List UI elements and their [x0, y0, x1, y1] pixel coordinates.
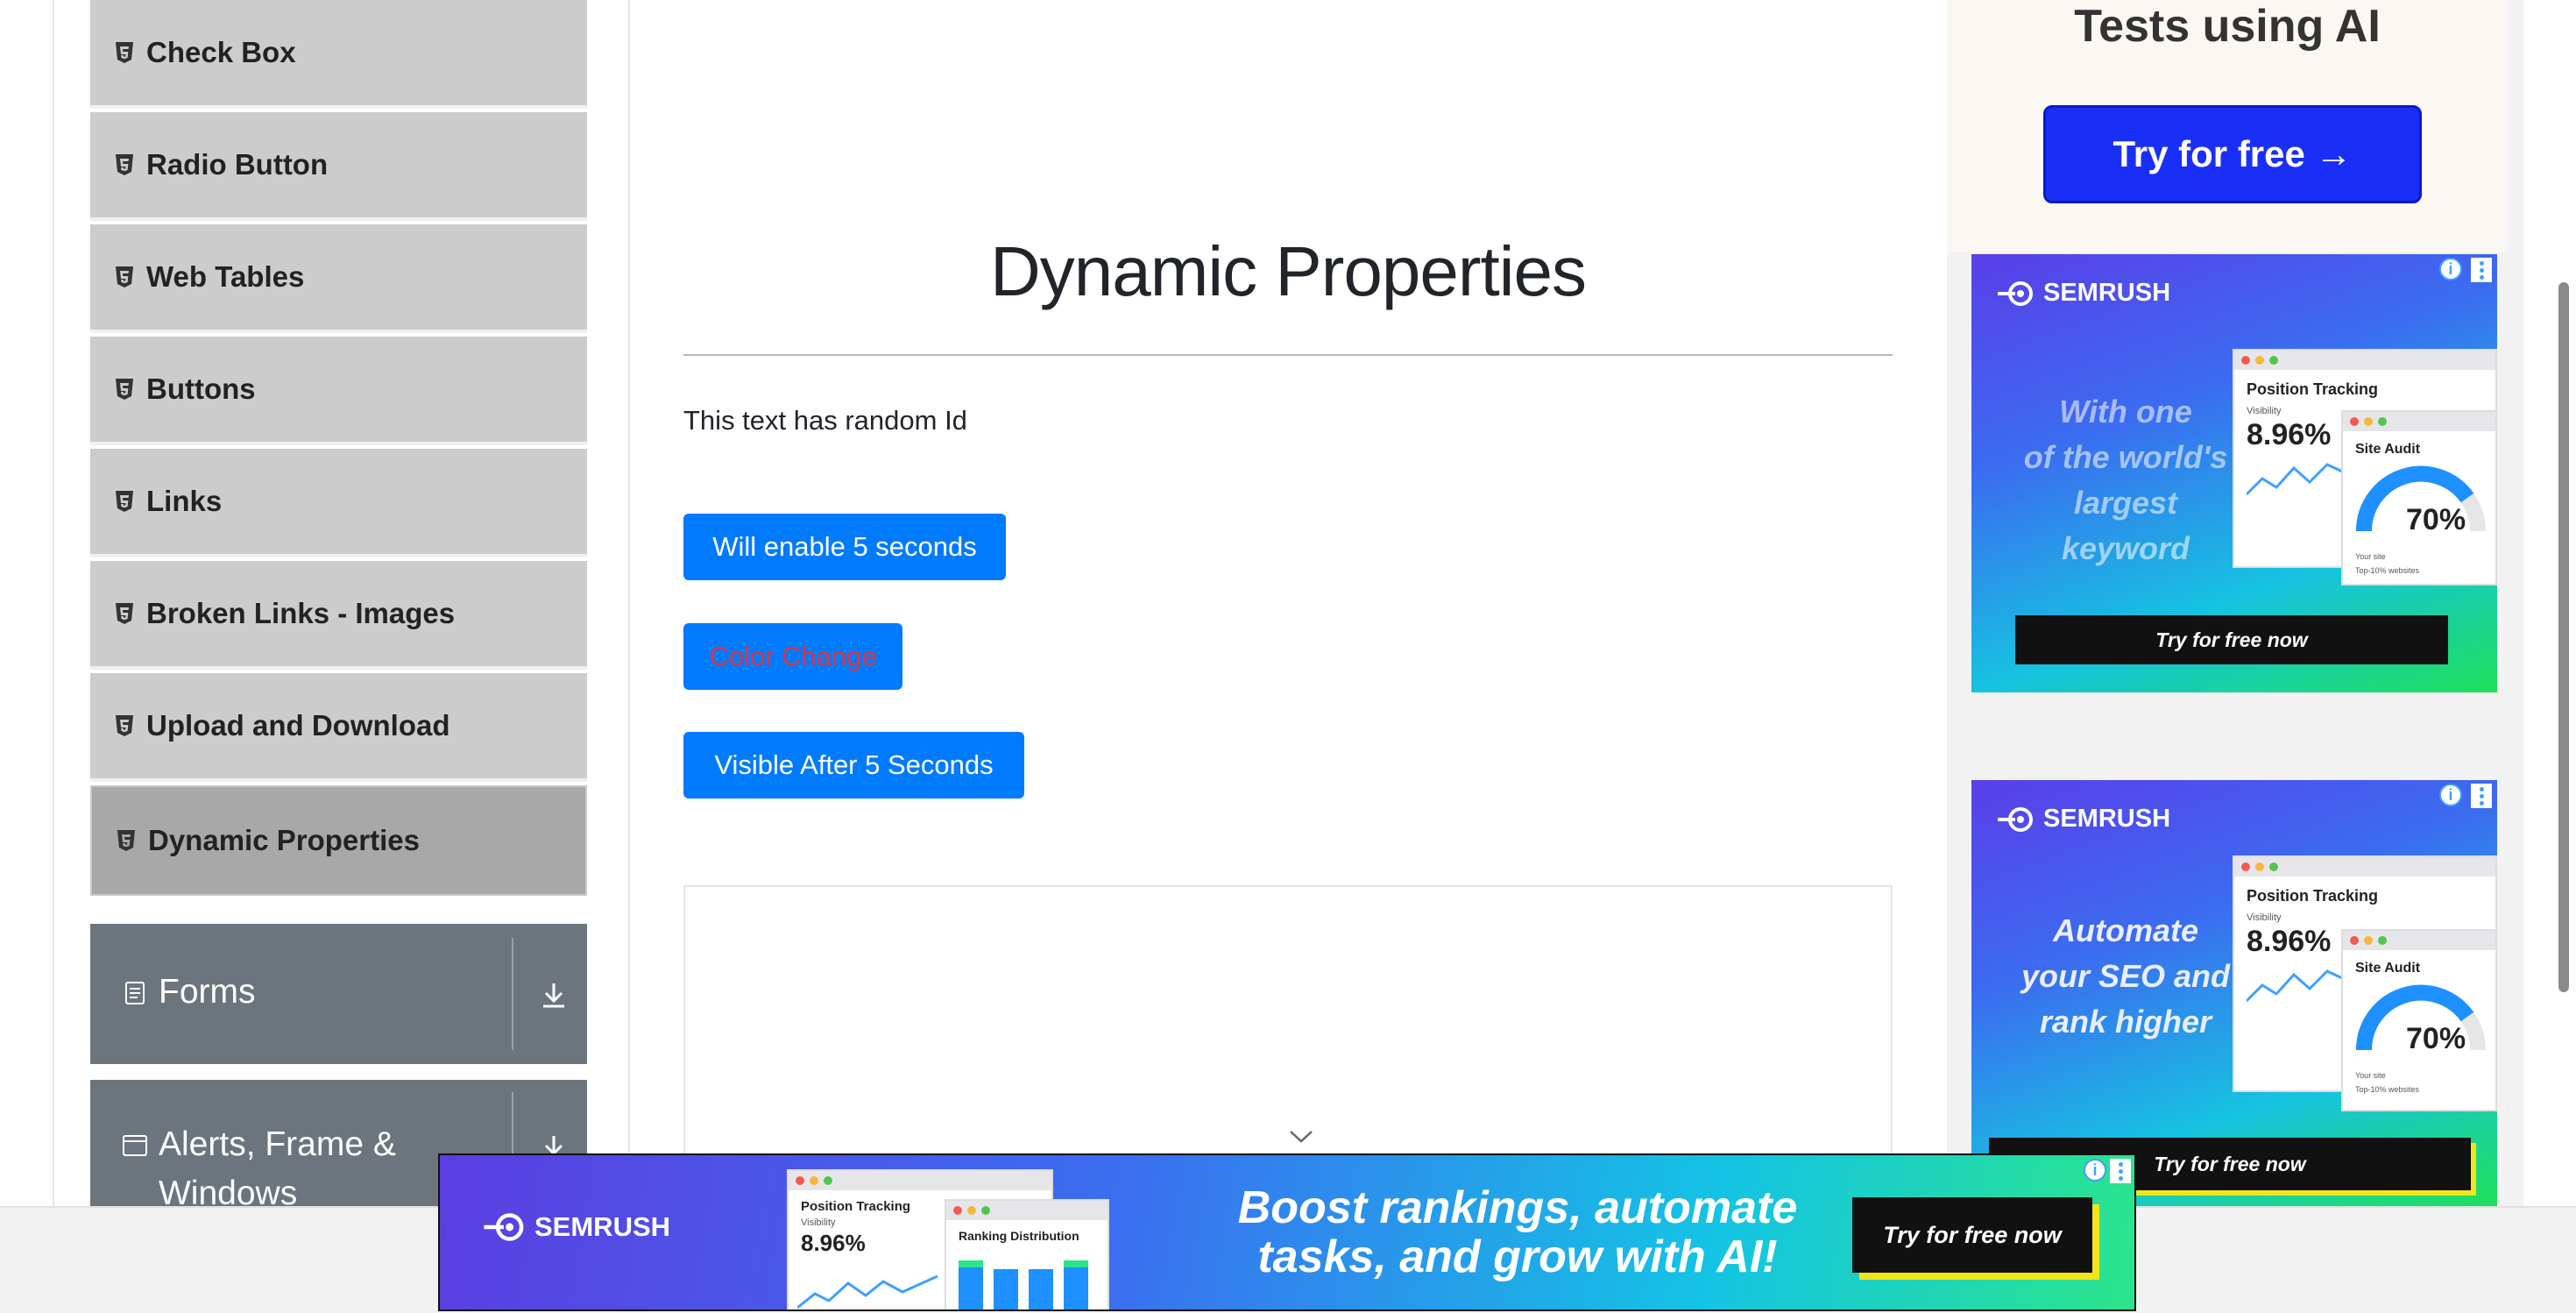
semrush-ad-1[interactable]: SEMRUSH i With one of the world's larges… [1971, 254, 2497, 692]
legend-your-site: Your site [2355, 552, 2386, 561]
legend-your-site: Your site [2355, 1071, 2386, 1080]
sidebar-item-label: Upload and Download [146, 709, 450, 742]
try-free-cta[interactable]: Try for free now [2015, 615, 2448, 664]
tagline-line: keyword [2061, 530, 2190, 566]
group-label-alerts: Alerts, Frame & [159, 1125, 396, 1163]
page-title: Dynamic Properties [989, 232, 1587, 310]
document-icon [122, 980, 148, 1006]
headline-line: tasks, and grow with AI! [1257, 1231, 1778, 1282]
scrollbar[interactable] [2558, 282, 2569, 992]
sidebar-item-label: Radio Button [146, 148, 329, 181]
sidebar-item-label: Links [146, 485, 223, 517]
window-title: Position Tracking [2247, 887, 2379, 905]
bar-distribution-icon [959, 1260, 1088, 1309]
left-border [53, 0, 54, 1206]
html5-icon [115, 153, 134, 176]
site-audit-value: 70% [2406, 1022, 2466, 1055]
group-label-alerts-line2: Windows [159, 1175, 298, 1206]
site-audit-window: Site Audit 70% Your site Top-10% website… [2341, 410, 2497, 586]
tagline-line: rank higher [2039, 1004, 2212, 1040]
more-options-icon[interactable] [2471, 258, 2492, 282]
random-id-text: This text has random Id [683, 405, 967, 436]
top-ad[interactable]: Tests using AI Try for free → [1947, 0, 2508, 252]
html5-icon [115, 714, 134, 737]
sidebar-item-check-box[interactable]: Check Box [90, 0, 587, 109]
tagline-line: Automate [2052, 912, 2198, 948]
headline-line: Boost rankings, automate [1237, 1182, 1798, 1233]
chevron-down-icon[interactable] [1288, 1129, 1314, 1145]
semrush-brand: SEMRUSH [534, 1211, 671, 1242]
banner-headline: Boost rankings, automate tasks, and grow… [1211, 1183, 1824, 1281]
semrush-logo: SEMRUSH [1996, 279, 2170, 308]
color-change-button[interactable]: Color Change [683, 623, 902, 690]
group-divider [512, 938, 513, 1050]
sidebar-item-buttons[interactable]: Buttons [90, 337, 587, 445]
ranking-distribution-window: Ranking Distribution [945, 1199, 1109, 1309]
sidebar-item-label: Dynamic Properties [148, 824, 420, 856]
tagline-line: of the world's [2023, 439, 2228, 475]
sidebar-item-label: Web Tables [146, 260, 305, 293]
sidebar-item-broken-links[interactable]: Broken Links - Images [90, 561, 587, 670]
group-label-forms: Forms [159, 973, 256, 1011]
sidebar-item-dynamic-properties[interactable]: Dynamic Properties [90, 785, 587, 896]
tagline-line: your SEO and [2020, 958, 2231, 994]
html5-icon [115, 490, 134, 513]
info-icon[interactable]: i [2439, 258, 2462, 280]
try-free-cta[interactable]: Try for free now [1852, 1197, 2092, 1273]
ad-tagline: Automate your SEO and rank higher [1994, 908, 2257, 1045]
title-divider [683, 354, 1893, 356]
download-arrow-icon[interactable] [539, 980, 569, 1010]
semrush-brand: SEMRUSH [2043, 279, 2171, 307]
html5-icon [115, 602, 134, 625]
window-title: Position Tracking [2247, 380, 2379, 398]
window-title: Ranking Distribution [959, 1229, 1079, 1243]
line-trend-icon [2245, 969, 2351, 1003]
sidebar-item-web-tables[interactable]: Web Tables [90, 224, 587, 333]
window-title: Site Audit [2355, 442, 2421, 457]
site-audit-value: 70% [2406, 503, 2466, 536]
line-trend-icon [797, 1274, 938, 1309]
sidebar-item-label: Broken Links - Images [146, 597, 456, 629]
sidebar-item-radio-button[interactable]: Radio Button [90, 112, 587, 221]
semrush-logo: SEMRUSH [482, 1211, 670, 1243]
semrush-logo: SEMRUSH [1996, 805, 2170, 834]
ad-tagline: With one of the world's largest keyword [1994, 389, 2257, 571]
info-icon[interactable]: i [2439, 784, 2462, 806]
sidebar-item-label: Check Box [146, 36, 296, 68]
sidebar-item-upload-download[interactable]: Upload and Download [90, 673, 587, 782]
window-title: Site Audit [2355, 961, 2421, 976]
more-options-icon[interactable] [2110, 1159, 2131, 1183]
more-options-icon[interactable] [2471, 784, 2492, 808]
line-trend-icon [2245, 463, 2351, 496]
sidebar-group-forms[interactable]: Forms [90, 924, 587, 1064]
tagline-line: largest [2073, 485, 2178, 521]
html5-icon [115, 378, 134, 401]
html5-icon [117, 829, 136, 852]
content-divider [628, 0, 630, 1206]
info-icon[interactable]: i [2084, 1159, 2106, 1182]
legend-top-websites: Top-10% websites [2355, 566, 2420, 575]
semrush-brand: SEMRUSH [2043, 805, 2171, 833]
sidebar-item-links[interactable]: Links [90, 449, 587, 557]
top-ad-title: Tests using AI [2074, 1, 2381, 52]
html5-icon [115, 266, 134, 288]
semrush-banner-ad[interactable]: SEMRUSH Position Tracking Visibility 8.9… [438, 1153, 2136, 1311]
window-icon [122, 1132, 148, 1159]
site-audit-window: Site Audit 70% Your site Top-10% website… [2341, 929, 2497, 1111]
tagline-line: With one [2059, 394, 2192, 429]
sidebar-item-label: Buttons [146, 373, 256, 405]
visible-after-button[interactable]: Visible After 5 Seconds [683, 732, 1024, 798]
window-subtitle: Visibility [2247, 912, 2282, 923]
enable-after-button[interactable]: Will enable 5 seconds [683, 514, 1006, 580]
html5-icon [115, 41, 134, 64]
top-ad-try-button[interactable]: Try for free → [2043, 105, 2422, 203]
legend-top-websites: Top-10% websites [2355, 1085, 2420, 1094]
semrush-ad-2[interactable]: SEMRUSH i Automate your SEO and rank hig… [1971, 780, 2497, 1206]
